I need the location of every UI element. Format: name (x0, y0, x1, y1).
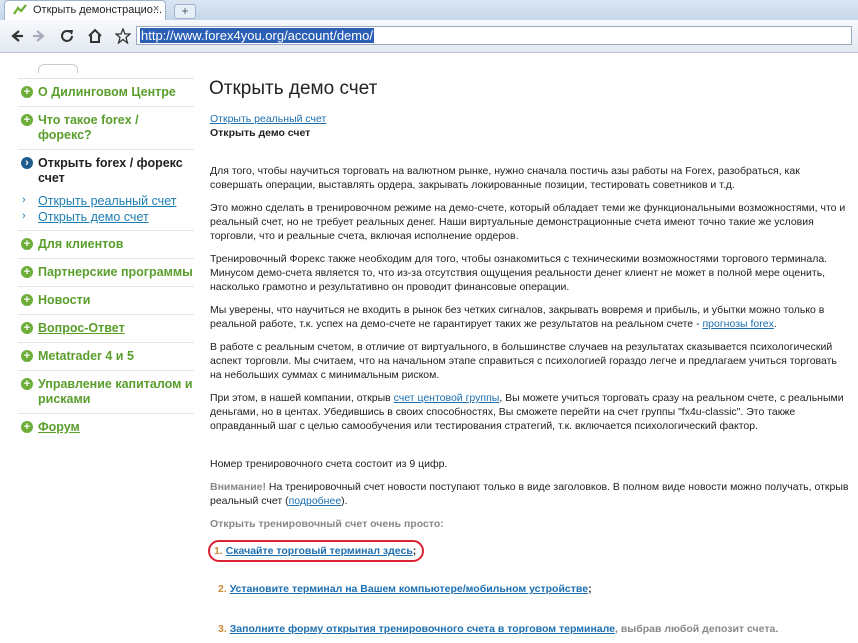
plus-icon: + (21, 322, 33, 334)
digits-note: Номер тренировочного счета состоит из 9 … (210, 458, 448, 470)
new-tab-button[interactable]: + (174, 4, 196, 19)
close-tab-icon[interactable]: × (153, 3, 159, 15)
sidebar-item-faq[interactable]: + Вопрос-Ответ (18, 315, 194, 343)
tab-title: Открыть демонстрацио... (33, 4, 163, 16)
plus-icon: + (21, 114, 33, 126)
sidebar-item-money-management[interactable]: + Управление капиталом и рисками (18, 371, 194, 414)
star-icon[interactable] (112, 25, 134, 47)
step-2: 2. Установите терминал на Вашем компьюте… (218, 583, 592, 595)
plus-icon: + (21, 266, 33, 278)
chevron-right-icon: › (22, 210, 26, 222)
plus-icon: + (21, 421, 33, 433)
sidebar-item-open-account[interactable]: › Открыть forex / форекс счет (18, 150, 194, 192)
paragraph-5: В работе с реальным счетом, в отличие от… (210, 341, 837, 381)
sidebar-submenu: › Открыть реальный счет › Открыть демо сче… (18, 192, 194, 231)
sidebar: + О Дилинговом Центре + Что такое forex / … (18, 78, 194, 441)
paragraph-1: Для того, чтобы научиться торговать на в… (210, 165, 800, 191)
address-bar[interactable]: http://www.forex4you.org/account/demo/ (136, 26, 852, 45)
paragraph-3: Тренировочный Форекс также необходим для… (210, 253, 828, 293)
sidebar-item-what-is-forex[interactable]: + Что такое forex / форекс? (18, 107, 194, 150)
sidebar-item-news[interactable]: + Новости (18, 287, 194, 315)
home-icon[interactable] (84, 25, 106, 47)
favicon-icon (13, 4, 27, 15)
cent-group-link[interactable]: счет центовой группы (394, 392, 500, 404)
arrow-right-icon: › (21, 157, 33, 169)
reload-icon[interactable] (56, 25, 78, 47)
page-title: Открыть демо счет (209, 78, 378, 99)
paragraph-2: Это можно сделать в тренировочном режиме… (210, 202, 846, 242)
open-real-account-top-link[interactable]: Открыть реальный счет (210, 113, 326, 125)
open-demo-account-link[interactable]: Открыть демо счет (38, 210, 149, 224)
highlight-circle: 1. Скачайте торговый терминал здесь; (208, 540, 425, 562)
sidebar-subitem-real[interactable]: › Открыть реальный счет (18, 194, 194, 210)
fill-form-link[interactable]: Заполните форму открытия тренировочного … (230, 623, 615, 635)
steps-list: 1. Скачайте торговый терминал здесь; 2. … (208, 540, 850, 636)
download-terminal-link[interactable]: Скачайте торговый терминал здесь (226, 545, 413, 557)
sidebar-item-clients[interactable]: + Для клиентов (18, 231, 194, 259)
sidebar-item-forum[interactable]: + Форум (18, 414, 194, 441)
attention-note: Внимание! На тренировочный счет новости … (210, 481, 849, 507)
step-1: 1. Скачайте торговый терминал здесь; (208, 540, 850, 562)
plus-icon: + (21, 238, 33, 250)
forecasts-link[interactable]: прогнозы forex (702, 318, 773, 330)
forward-arrow-icon[interactable] (28, 25, 50, 47)
back-arrow-icon[interactable] (6, 25, 28, 47)
open-real-link-row: Открыть реальный счет (210, 112, 850, 126)
sidebar-subitem-demo[interactable]: › Открыть демо счет (18, 210, 194, 226)
chevron-right-icon: › (22, 194, 26, 206)
main-content: Открыть реальный счет Открыть демо счет … (208, 112, 850, 636)
browser-tab[interactable]: Открыть демонстрацио... × (4, 0, 166, 20)
sidebar-item-dealing-center[interactable]: + О Дилинговом Центре (18, 79, 194, 107)
simple-heading: Открыть тренировочный счет очень просто: (210, 518, 444, 530)
paragraph-6: При этом, в нашей компании, открыв счет … (210, 392, 844, 432)
sidebar-item-partners[interactable]: + Партнерские программы (18, 259, 194, 287)
step-3: 3. Заполните форму открытия тренировочно… (218, 623, 779, 635)
more-details-link[interactable]: подробнее (289, 495, 342, 507)
install-terminal-link[interactable]: Установите терминал на Вашем компьютере/… (230, 583, 588, 595)
plus-icon: + (21, 378, 33, 390)
plus-icon: + (21, 294, 33, 306)
plus-icon: + (21, 86, 33, 98)
paragraph-4: Мы уверены, что научиться не входить в р… (210, 304, 825, 330)
current-page-label: Открыть демо счет (210, 127, 311, 139)
sidebar-item-metatrader[interactable]: + Metatrader 4 и 5 (18, 343, 194, 371)
browser-toolbar: http://www.forex4you.org/account/demo/ (0, 20, 858, 53)
sidebar-tab-decoration (38, 64, 78, 73)
tab-bar: Открыть демонстрацио... × + (0, 0, 858, 20)
url-text: http://www.forex4you.org/account/demo/ (140, 28, 374, 43)
open-real-account-link[interactable]: Открыть реальный счет (38, 194, 176, 208)
plus-icon: + (21, 350, 33, 362)
